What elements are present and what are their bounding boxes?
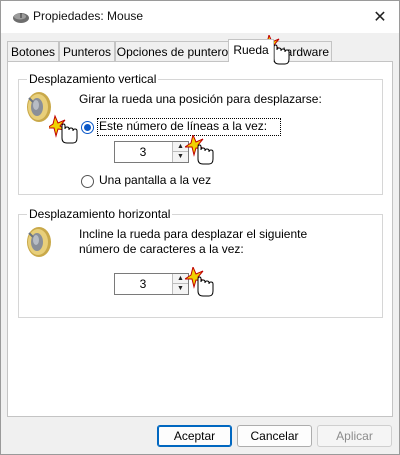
horizontal-description-line1: Incline la rueda para desplazar el sigui…	[79, 227, 308, 241]
pointer-hand-icon	[49, 114, 78, 144]
title-bar: Propiedades: Mouse ✕	[1, 1, 399, 33]
lines-spinner[interactable]: 3 ▲ ▼	[114, 141, 189, 163]
mouse-icon	[13, 13, 29, 23]
pointer-hand-icon	[185, 135, 214, 165]
cancel-button[interactable]: Cancelar	[237, 425, 312, 447]
vertical-description: Girar la rueda una posición para desplaz…	[79, 92, 322, 106]
wheel-tab-panel: Desplazamiento vertical Girar la rueda u…	[7, 61, 393, 417]
tab-punteros[interactable]: Punteros	[59, 41, 115, 61]
horizontal-scroll-group: Desplazamiento horizontal Incline la rue…	[18, 207, 383, 318]
close-button[interactable]: ✕	[361, 1, 399, 33]
horizontal-description-line2: número de caracteres a la vez:	[79, 242, 244, 256]
pointer-hand-icon	[185, 267, 214, 297]
tab-botones[interactable]: Botones	[7, 41, 59, 61]
mouse-properties-dialog: trucoswindows.com trucoswindows.com truc…	[0, 0, 400, 455]
lines-radio-label[interactable]: Este número de líneas a la vez:	[99, 119, 267, 134]
wheel-icon	[27, 227, 51, 257]
window-title: Propiedades: Mouse	[33, 9, 144, 23]
group-title: Desplazamiento horizontal	[27, 207, 173, 221]
group-title: Desplazamiento vertical	[27, 72, 159, 86]
screen-radio-label[interactable]: Una pantalla a la vez	[99, 173, 211, 188]
tab-opciones-de-puntero[interactable]: Opciones de puntero	[115, 41, 230, 61]
chars-spinner[interactable]: 3 ▲ ▼	[114, 273, 189, 295]
chars-value[interactable]: 3	[115, 274, 171, 294]
apply-button[interactable]: Aplicar	[317, 425, 392, 447]
close-icon: ✕	[373, 9, 387, 26]
screen-radio[interactable]	[81, 175, 94, 188]
lines-radio[interactable]	[81, 121, 94, 134]
tab-rueda[interactable]: Rueda	[228, 39, 274, 62]
ok-button[interactable]: Aceptar	[157, 425, 232, 447]
tab-strip: Botones Punteros Opciones de puntero Rue…	[7, 39, 393, 62]
vertical-scroll-group: Desplazamiento vertical Girar la rueda u…	[18, 72, 383, 195]
lines-value[interactable]: 3	[115, 142, 171, 162]
